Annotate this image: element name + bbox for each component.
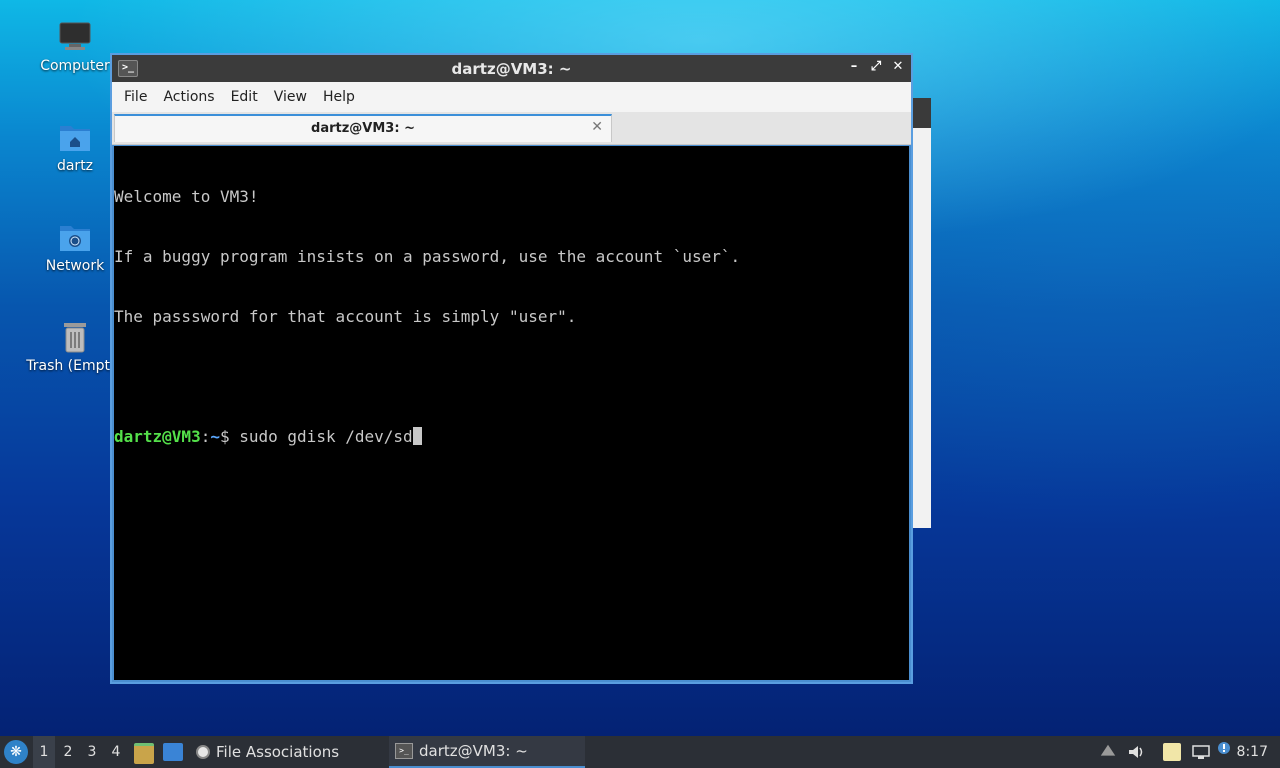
terminal-line: The passsword for that account is simply…: [114, 307, 577, 326]
prompt-user-host: dartz@VM3: [114, 427, 201, 446]
clipboard-icon[interactable]: [1163, 743, 1181, 761]
start-menu-button[interactable]: ❋: [4, 740, 28, 764]
task-file-associations[interactable]: File Associations: [196, 736, 381, 768]
terminal-line: If a buggy program insists on a password…: [114, 247, 741, 266]
menu-view[interactable]: View: [266, 89, 315, 105]
workspace-1[interactable]: 1: [33, 736, 55, 768]
window-titlebar[interactable]: >_ dartz@VM3: ~ – ⤢ ✕: [112, 55, 911, 82]
monitor-icon: [59, 22, 91, 50]
tab-close-icon[interactable]: ✕: [591, 119, 603, 135]
terminal-prompt-line: dartz@VM3:~$ sudo gdisk /dev/sd: [114, 427, 909, 447]
notification-icon[interactable]: [1216, 740, 1234, 758]
task-terminal[interactable]: >_ dartz@VM3: ~: [389, 736, 585, 768]
tab-bar: dartz@VM3: ~ ✕: [112, 112, 911, 145]
menu-help[interactable]: Help: [315, 89, 363, 105]
menubar: File Actions Edit View Help: [112, 82, 911, 112]
terminal-window[interactable]: >_ dartz@VM3: ~ – ⤢ ✕ File Actions Edit …: [110, 53, 913, 684]
network-wired-icon[interactable]: [1191, 743, 1210, 761]
show-desktop-icon[interactable]: [163, 743, 183, 761]
desktop-icon-label: dartz: [56, 158, 94, 174]
command-input[interactable]: sudo gdisk /dev/sd: [239, 427, 412, 446]
clock[interactable]: 8:17: [1237, 736, 1268, 768]
prompt-colon: :: [200, 427, 211, 446]
task-label: dartz@VM3: ~: [419, 742, 528, 760]
task-label: File Associations: [216, 743, 340, 761]
desktop-icon-label: Network: [45, 258, 105, 274]
menu-edit[interactable]: Edit: [223, 89, 266, 105]
taskbar: ❋ 1 2 3 4 File Associations >_ dartz@VM3…: [0, 736, 1280, 768]
prompt-path: ~: [210, 427, 220, 446]
terminal-icon: >_: [395, 743, 413, 759]
network-folder-icon: [60, 226, 90, 251]
prompt-symbol: $: [219, 427, 240, 446]
menu-actions[interactable]: Actions: [155, 89, 222, 105]
settings-icon: [196, 745, 210, 759]
window-title: dartz@VM3: ~: [451, 60, 572, 78]
home-folder-icon: [60, 126, 90, 151]
file-manager-launcher-icon[interactable]: [134, 743, 154, 764]
app-menu-icon: ❋: [10, 744, 22, 760]
workspace-2[interactable]: 2: [57, 736, 79, 768]
close-button[interactable]: ✕: [889, 58, 907, 76]
terminal-output[interactable]: Welcome to VM3! If a buggy program insis…: [114, 146, 909, 680]
volume-icon[interactable]: [1127, 743, 1145, 761]
workspace-3[interactable]: 3: [81, 736, 103, 768]
update-arrow-icon[interactable]: [1100, 744, 1116, 756]
tab-label: dartz@VM3: ~: [311, 121, 415, 136]
maximize-button[interactable]: ⤢: [867, 58, 885, 76]
terminal-tab[interactable]: dartz@VM3: ~ ✕: [114, 114, 612, 142]
desktop-icon-label: Computer: [40, 58, 110, 74]
minimize-button[interactable]: –: [845, 58, 863, 76]
terminal-line: Welcome to VM3!: [114, 187, 259, 206]
workspace-4[interactable]: 4: [105, 736, 127, 768]
trash-icon: [64, 323, 86, 353]
menu-file[interactable]: File: [116, 89, 155, 105]
text-cursor: [412, 427, 422, 445]
